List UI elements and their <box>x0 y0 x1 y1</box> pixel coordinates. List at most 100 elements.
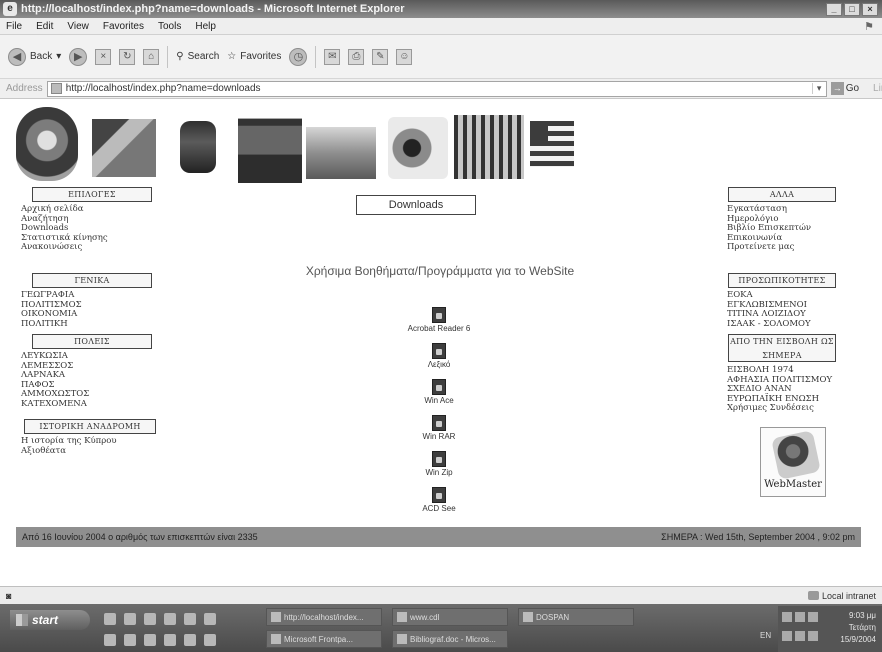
taskbar-item-ie[interactable]: http://localhost/index... <box>266 608 382 626</box>
toolbar-separator <box>315 45 317 68</box>
quick-launch-icon[interactable] <box>124 634 136 646</box>
quick-launch-icon[interactable] <box>144 613 156 625</box>
sidebar-heading-other: ΑΛΛΑ <box>728 187 836 202</box>
sidebar-link[interactable]: Προτείνετε μας <box>727 242 811 253</box>
home-button[interactable]: ⌂ <box>143 48 160 65</box>
tray-icon[interactable] <box>782 631 792 641</box>
sidebar-link[interactable]: Χρήσιμες Συνδέσεις <box>727 403 832 414</box>
start-button[interactable]: start <box>10 610 90 630</box>
tray-icon[interactable] <box>782 612 792 622</box>
task-label: www.cdl <box>410 612 440 622</box>
quick-launch-icon[interactable] <box>164 634 176 646</box>
banner-photo-statue <box>180 121 216 173</box>
menu-favorites[interactable]: Favorites <box>103 21 144 32</box>
favorites-button[interactable]: ☆ Favorites <box>227 51 281 62</box>
download-item[interactable]: ACD See <box>401 487 477 523</box>
download-label[interactable]: Win RAR <box>423 432 456 441</box>
history-button[interactable]: ◷ <box>289 47 308 66</box>
download-icon[interactable] <box>432 451 446 467</box>
menu-tools[interactable]: Tools <box>158 21 181 32</box>
quick-launch-icon[interactable] <box>104 613 116 625</box>
sidebar-personalities-list: ΕΟΚΑ ΕΓΚΛΩΒΙΣΜΕΝΟΙ ΤΙΤΙΝΑ ΛΟΙΖΙΔΟΥ ΙΣΑΑΚ… <box>727 290 811 330</box>
site-banner <box>16 107 576 189</box>
page-icon <box>50 83 62 94</box>
menu-view[interactable]: View <box>67 21 89 32</box>
sidebar-history-list: Η ιστορία της Κύπρου Αξιοθέατα <box>21 436 116 457</box>
sidebar-link[interactable]: ΠΟΛΙΤΙΚΗ <box>21 319 82 330</box>
close-button[interactable]: × <box>862 2 878 16</box>
print-button[interactable]: ⎙ <box>348 48 365 65</box>
sidebar-heading-options: ΕΠΙΛΟΓΕΣ <box>32 187 152 202</box>
maximize-button[interactable]: □ <box>844 2 860 16</box>
quick-launch-icon[interactable] <box>204 613 216 625</box>
search-button[interactable]: ⚲ Search <box>176 51 219 62</box>
quick-launch-icon[interactable] <box>204 634 216 646</box>
taskbar-item-folder[interactable]: www.cdl <box>392 608 508 626</box>
quick-launch-icon[interactable] <box>164 613 176 625</box>
taskbar-item-folder[interactable]: DOSPAN <box>518 608 634 626</box>
webmaster-badge[interactable]: WebMaster <box>760 427 826 497</box>
sidebar-link[interactable]: ΚΑΤΕΧΟΜΕΝΑ <box>21 399 89 410</box>
go-label: Go <box>845 83 860 94</box>
language-indicator[interactable]: EN <box>760 631 771 640</box>
address-input[interactable]: http://localhost/index.php?name=download… <box>46 80 827 97</box>
taskbar-item-frontpage[interactable]: Microsoft Frontpa... <box>266 630 382 648</box>
window-titlebar: e http://localhost/index.php?name=downlo… <box>0 0 882 18</box>
quick-launch-icon[interactable] <box>144 634 156 646</box>
stop-button[interactable]: × <box>95 48 112 65</box>
quick-launch-icon[interactable] <box>124 613 136 625</box>
download-label[interactable]: Win Zip <box>425 468 452 477</box>
sidebar-cities-list: ΛΕΥΚΩΣΙΑ ΛΕΜΕΣΣΟΣ ΛΑΡΝΑΚΑ ΠΑΦΟΣ ΑΜΜΟΧΩΣΤ… <box>21 351 89 410</box>
tray-icon[interactable] <box>795 612 805 622</box>
forward-button[interactable]: ▶ <box>69 47 88 66</box>
tray-icon[interactable] <box>795 631 805 641</box>
back-button[interactable]: ◀ Back ▾ <box>8 47 61 66</box>
tray-icon[interactable] <box>808 612 818 622</box>
download-item[interactable]: Acrobat Reader 6 <box>401 307 477 343</box>
quick-launch-icon[interactable] <box>184 613 196 625</box>
download-label[interactable]: Acrobat Reader 6 <box>408 324 471 333</box>
download-item[interactable]: Λεξικό <box>401 343 477 379</box>
download-icon[interactable] <box>432 379 446 395</box>
taskbar-item-word[interactable]: Bibliograf.doc - Micros... <box>392 630 508 648</box>
messenger-button[interactable]: ☺ <box>396 48 413 65</box>
links-button[interactable]: Links <box>873 83 882 94</box>
download-icon[interactable] <box>432 487 446 503</box>
window-title: http://localhost/index.php?name=download… <box>21 3 405 15</box>
clock-day: Τετάρτη <box>848 623 876 632</box>
security-zone: Local intranet <box>807 591 876 601</box>
go-button[interactable]: → Go <box>830 82 860 95</box>
page-footer: Από 16 Ιουνίου 2004 ο αριθμός των επισκε… <box>16 527 861 547</box>
menu-file[interactable]: File <box>6 21 22 32</box>
quick-launch-icon[interactable] <box>184 634 196 646</box>
download-item[interactable]: Win Ace <box>401 379 477 415</box>
windows-flag-icon <box>16 614 28 626</box>
download-item[interactable]: Win Zip <box>401 451 477 487</box>
task-label: DOSPAN <box>536 612 570 622</box>
download-label[interactable]: Λεξικό <box>428 360 451 369</box>
address-dropdown-icon[interactable]: ▾ <box>811 83 826 94</box>
tray-icon[interactable] <box>808 631 818 641</box>
sidebar-link[interactable]: Αξιοθέατα <box>21 446 116 457</box>
clock-date: 15/9/2004 <box>840 635 876 644</box>
download-item[interactable]: Win RAR <box>401 415 477 451</box>
tray-clock[interactable]: 9:03 μμ Τετάρτη 15/9/2004 <box>822 606 882 652</box>
visitor-count-text: Από 16 Ιουνίου 2004 ο αριθμός των επισκε… <box>22 532 258 542</box>
sidebar-link[interactable]: ΙΣΑΑΚ - ΣΟΛΟΜΟΥ <box>727 319 811 330</box>
download-label[interactable]: ACD See <box>422 504 455 513</box>
quick-launch-icon[interactable] <box>104 634 116 646</box>
mail-button[interactable]: ✉ <box>324 48 341 65</box>
banner-photo-ruins <box>92 119 156 177</box>
edit-button[interactable]: ✎ <box>372 48 389 65</box>
download-label[interactable]: Win Ace <box>424 396 453 405</box>
minimize-button[interactable]: _ <box>826 2 842 16</box>
sidebar-link[interactable]: Ανακοινώσεις <box>21 242 108 253</box>
download-icon[interactable] <box>432 343 446 359</box>
download-icon[interactable] <box>432 415 446 431</box>
refresh-button[interactable]: ↻ <box>119 48 136 65</box>
sidebar-heading-history: ΙΣΤΟΡΙΚΗ ΑΝΑΔΡΟΜΗ <box>24 419 156 434</box>
download-icon[interactable] <box>432 307 446 323</box>
menu-edit[interactable]: Edit <box>36 21 53 32</box>
address-url[interactable]: http://localhost/index.php?name=download… <box>66 83 808 94</box>
menu-help[interactable]: Help <box>195 21 216 32</box>
